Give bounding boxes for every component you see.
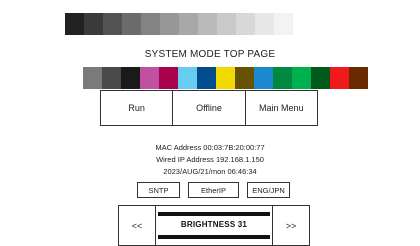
settings-button-row: SNTP EtherIP ENG/JPN xyxy=(137,182,290,198)
gray-swatch-3 xyxy=(103,13,122,35)
main-menu-button[interactable]: Main Menu xyxy=(244,91,317,125)
color-swatch-3 xyxy=(121,67,140,89)
ip-address-text: Wired IP Address 192.168.1.150 xyxy=(156,155,264,164)
brightness-bar-top-edge xyxy=(158,212,270,216)
gray-swatch-4 xyxy=(122,13,141,35)
gray-swatch-12 xyxy=(274,13,293,35)
color-swatch-11 xyxy=(273,67,292,89)
gray-swatch-7 xyxy=(179,13,198,35)
gray-swatch-5 xyxy=(141,13,160,35)
brightness-indicator: BRIGHTNESS 31 xyxy=(158,212,270,239)
etherip-button[interactable]: EtherIP xyxy=(188,182,239,198)
brightness-decrease-button[interactable]: << xyxy=(118,205,156,246)
color-swatch-14 xyxy=(330,67,349,89)
datetime-text: 2023/AUG/21/mon 06:46:34 xyxy=(163,167,257,176)
system-mode-screen: SYSTEM MODE TOP PAGE Run Offline Main Me… xyxy=(0,0,420,246)
color-swatch-10 xyxy=(254,67,273,89)
gray-swatch-8 xyxy=(198,13,217,35)
run-button[interactable]: Run xyxy=(101,91,173,125)
brightness-label: BRIGHTNESS 31 xyxy=(180,220,248,229)
color-swatch-5 xyxy=(159,67,178,89)
color-swatch-8 xyxy=(216,67,235,89)
brightness-bar-bottom-edge xyxy=(158,235,270,239)
color-swatch-2 xyxy=(102,67,121,89)
page-title: SYSTEM MODE TOP PAGE xyxy=(144,49,276,60)
gray-swatch-11 xyxy=(255,13,274,35)
color-swatch-12 xyxy=(292,67,311,89)
color-swatch-4 xyxy=(140,67,159,89)
gray-swatch-2 xyxy=(84,13,103,35)
gray-swatch-9 xyxy=(217,13,236,35)
gray-swatch-10 xyxy=(236,13,255,35)
color-swatch-13 xyxy=(311,67,330,89)
gray-scale-test-bar xyxy=(65,13,293,35)
gray-swatch-1 xyxy=(65,13,84,35)
mac-address-text: MAC Address 00:03:7B:20:00:77 xyxy=(155,143,265,152)
color-swatch-9 xyxy=(235,67,254,89)
offline-button[interactable]: Offline xyxy=(172,91,245,125)
color-swatch-15 xyxy=(349,67,368,89)
mode-button-group: Run Offline Main Menu xyxy=(100,90,318,126)
sntp-button[interactable]: SNTP xyxy=(137,182,180,198)
color-test-bar xyxy=(83,67,368,89)
color-swatch-1 xyxy=(83,67,102,89)
brightness-increase-button[interactable]: >> xyxy=(272,205,310,246)
color-swatch-6 xyxy=(178,67,197,89)
language-toggle-button[interactable]: ENG/JPN xyxy=(247,182,290,198)
color-swatch-7 xyxy=(197,67,216,89)
gray-swatch-6 xyxy=(160,13,179,35)
